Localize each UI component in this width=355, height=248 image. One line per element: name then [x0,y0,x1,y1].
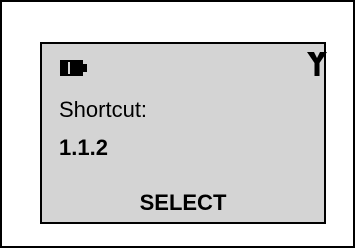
antenna-signal-icon [307,52,327,76]
shortcut-value: 1.1.2 [59,135,108,160]
shortcut-label: Shortcut: [59,97,148,122]
lcd-screen: Shortcut: 1.1.2 SELECT [40,42,327,224]
device-frame: Shortcut: 1.1.2 SELECT [0,0,355,248]
select-softkey[interactable]: SELECT [42,190,324,216]
battery-icon [60,60,87,76]
